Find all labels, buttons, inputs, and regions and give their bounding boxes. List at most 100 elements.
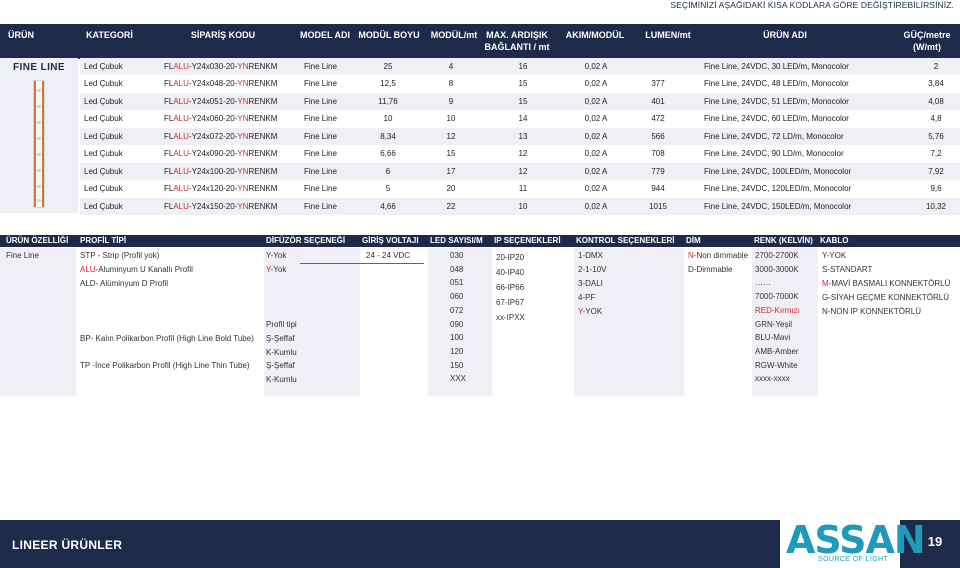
renk-item: 2700-2700K [755, 251, 799, 260]
product-row: FLALU-Y24x072-20-YNRENKM Led Çubuk Fine Li… [80, 128, 960, 145]
cell-guc: 3,84 [928, 79, 944, 88]
order-code-part: RENKM [248, 202, 278, 211]
cell-model: Fine Line [304, 132, 337, 141]
difuzor-profil-tipi: Profil tipi [266, 320, 297, 329]
header-max-ardisik-line1: MAX. ARDIŞIK [486, 30, 548, 40]
kablo-mavi: M-MAVİ BASMALI KONNEKTÖRLÜ [822, 279, 950, 288]
cell-max: 14 [518, 114, 528, 123]
footer-title: LINEER ÜRÜNLER [12, 538, 123, 552]
order-code-part: YN [237, 62, 249, 71]
order-code: FLALU-Y24x090-20-YNRENKM [164, 149, 277, 158]
cell-lumen: 779 [651, 167, 665, 176]
order-code-part: YN [237, 97, 249, 106]
order-code-part: RENKM [248, 62, 278, 71]
cell-model: Fine Line [304, 79, 337, 88]
cell-akim: 0,02 A [584, 132, 608, 141]
cell-model: Fine Line [304, 149, 337, 158]
order-code-part: -Y24x072-20- [188, 132, 238, 141]
order-code-part: RENKM [248, 79, 278, 88]
cell-ad: Fine Line, 24VDC, 90 LD/m, Monocolor [704, 149, 844, 158]
cell-guc: 7,92 [928, 167, 944, 176]
header-renk: RENK (KELVİN) [754, 236, 813, 245]
order-code-part: FL [164, 97, 174, 106]
difuzor-y-rest: -Yok [270, 265, 287, 274]
product-row: FLALU-Y24x048-20-YNRENKM Led Çubuk Fine Li… [80, 75, 960, 92]
led-sayisi-item: 150 [450, 360, 464, 370]
header-ip: IP SEÇENEKLERİ [494, 236, 561, 245]
led-sayisi-item: 051 [450, 278, 464, 288]
order-code: FLALU-Y24x100-20-YNRENKM [164, 167, 277, 176]
led-sayisi-item: 100 [450, 333, 464, 343]
cell-ad: Fine Line, 24VDC, 72 LD/m, Monocolor [704, 132, 844, 141]
cell-ad: Fine Line, 24VDC, 150LED/m, Monocolor [704, 202, 852, 211]
order-code-part: -Y24x051-20- [188, 97, 238, 106]
voltage-underline [300, 263, 424, 264]
cell-modul: 15 [446, 149, 456, 158]
cell-ad: Fine Line, 24VDC, 30 LED/m, Monocolor [704, 62, 849, 71]
profil-ald: ALD- Alüminyum D Profil [80, 279, 169, 288]
cell-modul: 9 [448, 97, 454, 106]
cell-modul: 20 [446, 184, 456, 193]
kontrol-yok: Y-YOK [578, 307, 602, 316]
cell-boy: 12,5 [380, 79, 396, 88]
order-code: FLALU-Y24x051-20-YNRENKM [164, 97, 277, 106]
header-urun: ÜRÜN [8, 30, 34, 40]
profil-bp: BP- Kalın Polikarbon Profil (High Line B… [80, 334, 254, 343]
led-sayisi-item: 072 [450, 305, 464, 315]
kablo-mavi-code: M [822, 279, 829, 288]
cell-model: Fine Line [304, 167, 337, 176]
product-row: FLALU-Y24x100-20-YNRENKM Led Çubuk Fine Li… [80, 163, 960, 180]
cell-model: Fine Line [304, 62, 337, 71]
header-lumen-mt: LUMEN/mt [645, 30, 691, 40]
difuzor-seffaf-2: Ş-Şeffaf [266, 361, 295, 370]
order-code-part: RENKM [248, 167, 278, 176]
cell-model: Fine Line [304, 202, 337, 211]
kablo-mavi-rest: -MAVİ BASMALI KONNEKTÖRLÜ [828, 279, 951, 288]
kablo-siyah: G-SİYAH GEÇME KONNEKTÖRLÜ [822, 293, 949, 302]
cell-akim: 0,02 A [584, 62, 608, 71]
order-code: FLALU-Y24x030-20-YNRENKM [164, 62, 277, 71]
renk-item: 7000-7000K [755, 292, 799, 302]
cell-max: 10 [518, 202, 528, 211]
cell-ad: Fine Line, 24VDC, 120LED/m, Monocolor [704, 184, 852, 193]
order-code: FLALU-Y24x150-20-YNRENKM [164, 202, 277, 211]
header-kablo: KABLO [820, 236, 849, 245]
assan-logo: ASSAN [786, 518, 926, 562]
cell-boy: 25 [383, 62, 393, 71]
kontrol-pf: 4-PF [578, 293, 596, 302]
order-code-part: FL [164, 149, 174, 158]
header-modul-boyu: MODÜL BOYU [358, 30, 420, 40]
product-row: FLALU-Y24x051-20-YNRENKM Led Çubuk Fine Li… [80, 93, 960, 110]
kontrol-dali: 3-DALI [578, 279, 603, 288]
product-row: FLALU-Y24x090-20-YNRENKM Led Çubuk Fine Li… [80, 145, 960, 162]
order-code-part: ALU [173, 79, 189, 88]
difuzor-y-yok: Y-Yok [266, 251, 287, 260]
cell-lumen: 1015 [649, 202, 667, 211]
led-sayisi-item: 120 [450, 346, 464, 356]
order-code-part: -Y24x090-20- [188, 149, 238, 158]
cell-lumen: 566 [651, 132, 665, 141]
ip-item: 67-IP67 [496, 298, 525, 307]
cell-akim: 0,02 A [584, 202, 608, 211]
cell-ad: Fine Line, 24VDC, 60 LED/m, Monocolor [704, 114, 849, 123]
order-code-part: RENKM [248, 184, 278, 193]
header-led-sayisi: LED SAYISI/M [430, 236, 483, 245]
cell-model: Fine Line [304, 184, 337, 193]
dim-non: N-Non dimmable [688, 251, 748, 260]
renk-item: RED-Kırmızı [755, 305, 800, 315]
cell-boy: 5 [385, 184, 391, 193]
order-code-part: ALU [173, 184, 189, 193]
cell-kategori: Led Çubuk [84, 202, 123, 211]
order-code-part: RENKM [248, 149, 278, 158]
cell-guc: 9,6 [930, 184, 942, 193]
col-urun-ozelligi [0, 248, 76, 396]
order-code-part: -Y24x120-20- [188, 184, 238, 193]
cell-kategori: Led Çubuk [84, 184, 123, 193]
cell-max: 15 [518, 79, 528, 88]
kablo-non-ip: N-NON IP KONNEKTÖRLÜ [822, 307, 921, 316]
cell-modul: 8 [448, 79, 454, 88]
cell-lumen: 944 [651, 184, 665, 193]
order-code: FLALU-Y24x072-20-YNRENKM [164, 132, 277, 141]
ip-item: 40-IP40 [496, 268, 525, 277]
cell-kategori: Led Çubuk [84, 114, 123, 123]
